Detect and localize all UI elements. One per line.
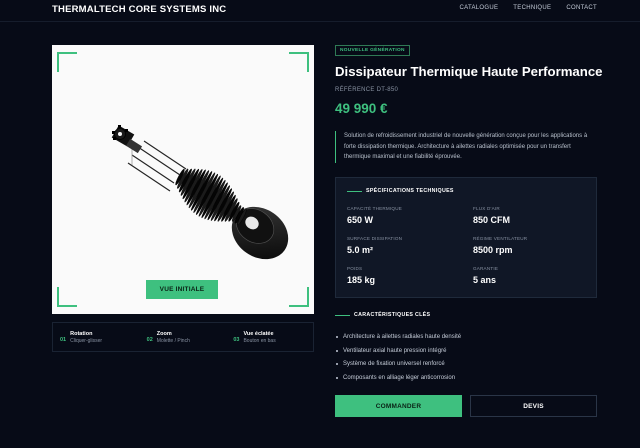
quote-button[interactable]: DEVIS — [470, 395, 597, 417]
feature-text: Système de fixation universel renforcé — [343, 361, 445, 368]
bullet-icon — [336, 377, 338, 380]
spec-label: FLUX D'AIR — [473, 206, 500, 211]
heading-accent-line — [347, 190, 362, 192]
top-bar: THERMALTECH CORE SYSTEMS INC CATALOGUE T… — [0, 0, 640, 22]
order-button[interactable]: COMMANDER — [335, 395, 462, 417]
viewer-controls-bar: 01 Rotation Cliquer-glisser 02 Zoom Mole… — [52, 322, 314, 352]
specs-heading-label: SPÉCIFICATIONS TECHNIQUES — [366, 188, 454, 194]
feature-item: Système de fixation universel renforcé — [335, 358, 597, 372]
nav-technique[interactable]: TECHNIQUE — [513, 5, 551, 11]
feature-item: Ventilateur axial haute pression intégré — [335, 344, 597, 358]
spec-label: RÉGIME VENTILATEUR — [473, 236, 528, 241]
key-features-section: CARACTÉRISTIQUES CLÉS Architecture à ail… — [335, 312, 597, 385]
product-3d-viewer[interactable]: VUE INITIALE — [52, 45, 314, 314]
spec-value: 650 W — [347, 215, 374, 225]
product-reference: RÉFÉRENCE DT-850 — [335, 87, 399, 93]
feature-text: Ventilateur axial haute pression intégré — [343, 347, 447, 354]
spec-thermal-capacity: CAPACITÉ THERMIQUE 650 W — [347, 206, 402, 225]
nav-catalogue[interactable]: CATALOGUE — [459, 5, 498, 11]
control-number: 01 — [60, 336, 67, 343]
bullet-icon — [336, 335, 338, 338]
features-heading: CARACTÉRISTIQUES CLÉS — [335, 312, 597, 318]
spec-value: 8500 rpm — [473, 245, 513, 255]
product-title: Dissipateur Thermique Haute Performance — [335, 64, 603, 79]
control-hint-exploded: 03 Vue éclatée Bouton en bas — [226, 331, 313, 344]
heading-accent-line — [335, 314, 350, 316]
nav-contact[interactable]: CONTACT — [566, 5, 597, 11]
spec-value: 850 CFM — [473, 215, 511, 225]
brand-name[interactable]: THERMALTECH CORE SYSTEMS INC — [52, 4, 226, 15]
control-number: 03 — [233, 336, 240, 343]
control-hint-zoom: 02 Zoom Molette / Pinch — [140, 331, 227, 344]
bullet-icon — [336, 363, 338, 366]
technical-specs-panel: SPÉCIFICATIONS TECHNIQUES CAPACITÉ THERM… — [335, 177, 597, 298]
main-nav: CATALOGUE TECHNIQUE CONTACT — [459, 5, 597, 11]
spec-surface: SURFACE DISSIPATION 5.0 m² — [347, 236, 402, 255]
spec-warranty: GARANTIE 5 ans — [473, 266, 498, 285]
product-price: 49 990 € — [335, 101, 388, 116]
control-title: Rotation — [70, 330, 93, 337]
spec-weight: POIDS 185 kg — [347, 266, 375, 285]
control-hint-rotation: 01 Rotation Cliquer-glisser — [53, 331, 140, 344]
bullet-icon — [336, 349, 338, 352]
control-subtitle: Bouton en bas — [243, 337, 276, 344]
specs-heading: SPÉCIFICATIONS TECHNIQUES — [347, 188, 454, 194]
control-title: Vue éclatée — [243, 330, 274, 337]
spec-label: SURFACE DISSIPATION — [347, 236, 403, 241]
reset-view-button[interactable]: VUE INITIALE — [146, 280, 218, 299]
features-list: Architecture à ailettes radiales haute d… — [335, 330, 597, 385]
new-generation-badge: NOUVELLE GÉNÉRATION — [335, 45, 410, 56]
features-heading-label: CARACTÉRISTIQUES CLÉS — [354, 312, 431, 318]
control-number: 02 — [146, 336, 153, 343]
spec-value: 185 kg — [347, 275, 376, 285]
spec-fan-speed: RÉGIME VENTILATEUR 8500 rpm — [473, 236, 527, 255]
heatsink-3d-model[interactable] — [52, 45, 314, 314]
spec-label: CAPACITÉ THERMIQUE — [347, 206, 402, 211]
radial-fin-stack — [175, 168, 247, 226]
feature-item: Composants en alliage léger anticorrosio… — [335, 371, 597, 385]
control-title: Zoom — [156, 330, 172, 337]
feature-text: Composants en alliage léger anticorrosio… — [343, 375, 456, 382]
spec-label: GARANTIE — [473, 266, 499, 271]
control-subtitle: Molette / Pinch — [156, 337, 190, 344]
product-description: Solution de refroidissement industriel d… — [335, 131, 597, 163]
spec-airflow: FLUX D'AIR 850 CFM — [473, 206, 510, 225]
spec-value: 5 ans — [473, 275, 497, 285]
spec-value: 5.0 m² — [347, 245, 374, 255]
control-subtitle: Cliquer-glisser — [70, 337, 103, 344]
spec-label: POIDS — [347, 266, 363, 271]
feature-text: Architecture à ailettes radiales haute d… — [343, 333, 462, 340]
feature-item: Architecture à ailettes radiales haute d… — [335, 330, 597, 344]
